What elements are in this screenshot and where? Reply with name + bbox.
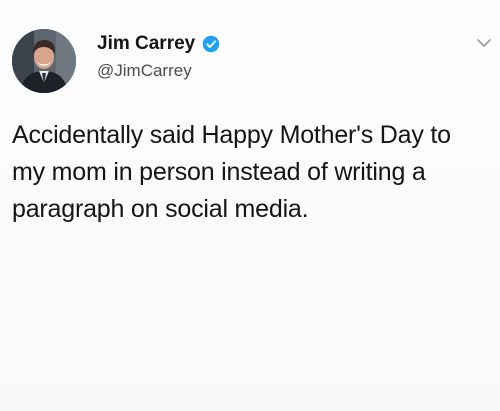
- user-handle[interactable]: @JimCarrey: [97, 61, 192, 81]
- chevron-down-icon[interactable]: [476, 35, 492, 51]
- author-name-row: Jim Carrey: [97, 33, 220, 55]
- tweet-text: Accidentally said Happy Mother's Day to …: [12, 121, 451, 223]
- avatar[interactable]: [12, 29, 76, 93]
- avatar-image: [12, 29, 76, 93]
- tweet-card: Jim Carrey @JimCarrey Accidentally said …: [0, 0, 500, 411]
- verified-badge-icon: [202, 35, 220, 53]
- display-name[interactable]: Jim Carrey: [97, 33, 195, 55]
